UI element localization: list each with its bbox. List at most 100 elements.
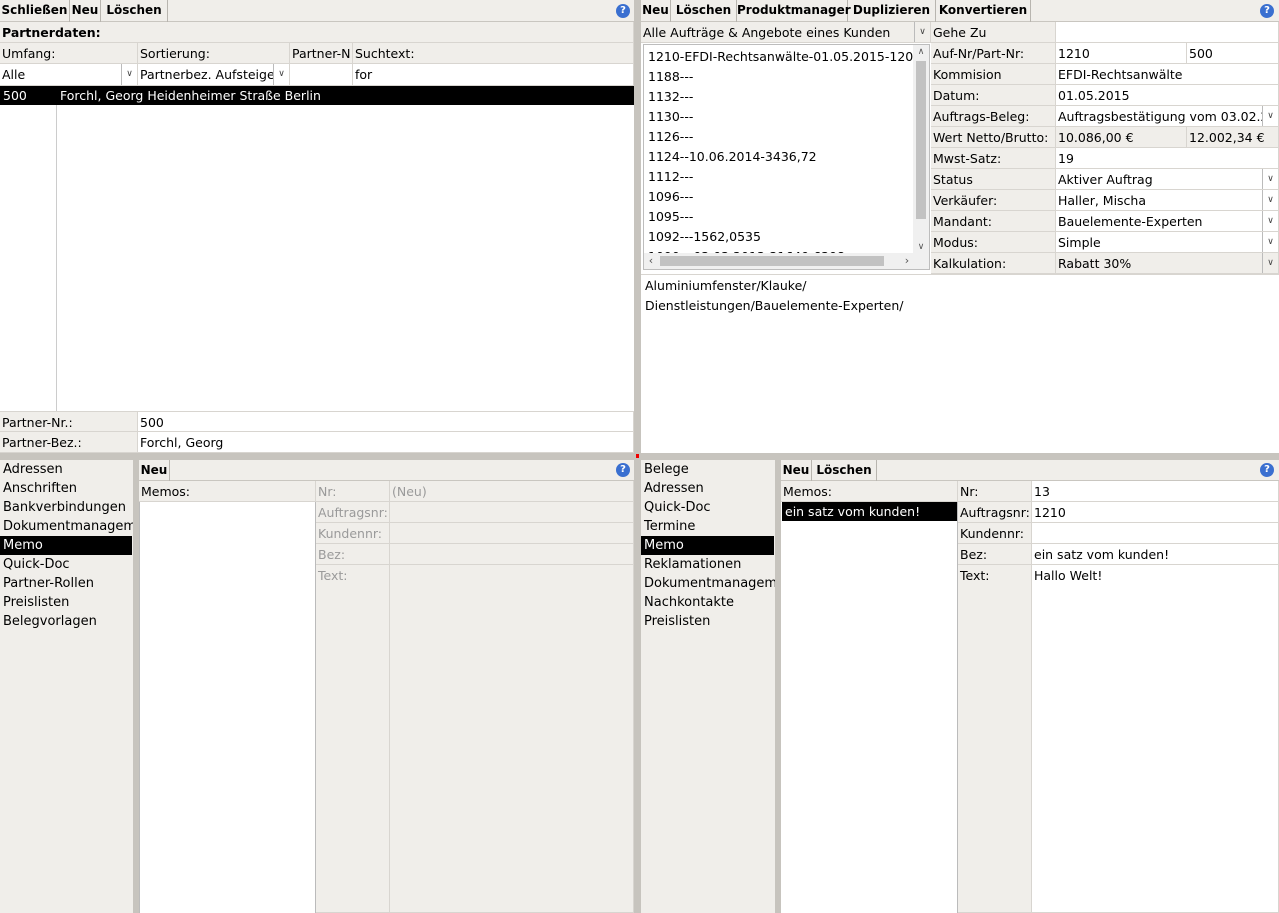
chevron-down-icon[interactable]: ∨ bbox=[273, 64, 289, 85]
status-select[interactable]: Aktiver Auftrag ∨ bbox=[1056, 169, 1279, 190]
seller-select-value: Haller, Mischa bbox=[1058, 193, 1147, 208]
chevron-down-icon[interactable]: ∨ bbox=[1262, 211, 1278, 231]
scope-select[interactable]: Alle ∨ bbox=[0, 64, 138, 86]
goto-input[interactable] bbox=[1056, 22, 1279, 43]
search-input[interactable]: for bbox=[353, 64, 634, 86]
order-memo-title-field[interactable]: ein satz vom kunden! bbox=[1032, 544, 1279, 565]
order-tags[interactable]: Aluminiumfenster/Klauke/ Dienstleistunge… bbox=[641, 274, 1279, 453]
nav-item-belegvorlagen[interactable]: Belegvorlagen bbox=[0, 612, 133, 631]
status-select-value: Aktiver Auftrag bbox=[1058, 172, 1153, 187]
chevron-down-icon[interactable]: ∨ bbox=[1262, 232, 1278, 252]
chevron-down-icon[interactable]: ∨ bbox=[914, 22, 930, 42]
sort-select[interactable]: Partnerbez. Aufsteige ∨ bbox=[138, 64, 290, 86]
new-order-memo-button[interactable]: Neu bbox=[781, 460, 812, 481]
scroll-right-icon[interactable]: › bbox=[900, 253, 914, 269]
delete-order-memo-button[interactable]: Löschen bbox=[812, 460, 877, 481]
close-button[interactable]: Schließen bbox=[0, 0, 70, 22]
nav-item-memo[interactable]: Memo bbox=[641, 536, 774, 555]
seller-select[interactable]: Haller, Mischa ∨ bbox=[1056, 190, 1279, 211]
new-memo-button[interactable]: Neu bbox=[139, 460, 170, 481]
order-memos-list[interactable]: ein satz vom kunden! bbox=[781, 502, 958, 913]
list-item[interactable]: 1210-EFDI-Rechtsanwälte-01.05.2015-12002… bbox=[648, 47, 918, 67]
nav-item-termine[interactable]: Termine bbox=[641, 517, 775, 536]
scroll-thumb[interactable] bbox=[916, 61, 926, 219]
orders-horizontal-scrollbar[interactable]: ‹ › bbox=[644, 253, 929, 269]
nav-item-bankverbindungen[interactable]: Bankverbindungen bbox=[0, 498, 133, 517]
order-memo-customer-field[interactable] bbox=[1032, 523, 1279, 544]
list-item[interactable]: 1126--- bbox=[648, 127, 693, 147]
help-icon[interactable]: ? bbox=[616, 463, 630, 477]
mode-select[interactable]: Simple ∨ bbox=[1056, 232, 1279, 253]
table-row[interactable]: 500 Forchl, Georg Heidenheimer Straße Be… bbox=[0, 86, 634, 105]
nav-item-quick-doc[interactable]: Quick-Doc bbox=[0, 555, 133, 574]
calc-select[interactable]: Rabatt 30% ∨ bbox=[1056, 253, 1279, 274]
chevron-down-icon[interactable]: ∨ bbox=[121, 64, 137, 85]
help-icon[interactable]: ? bbox=[1260, 463, 1274, 477]
list-item[interactable]: 1095--- bbox=[648, 207, 693, 227]
nav-item-preislisten[interactable]: Preislisten bbox=[641, 612, 775, 631]
list-item[interactable]: 1132--- bbox=[648, 87, 693, 107]
delete-partner-button[interactable]: Löschen bbox=[101, 0, 168, 22]
commission-field[interactable]: EFDI-Rechtsanwälte bbox=[1056, 64, 1279, 85]
nav-item-quick-doc[interactable]: Quick-Doc bbox=[641, 498, 775, 517]
scroll-thumb[interactable] bbox=[660, 256, 884, 266]
memo-nr-field: (Neu) bbox=[390, 481, 634, 502]
vat-field[interactable]: 19 bbox=[1056, 148, 1279, 169]
memos-list[interactable] bbox=[139, 502, 316, 913]
nav-item-reklamationen[interactable]: Reklamationen bbox=[641, 555, 775, 574]
nav-item-dokumentmanagement[interactable]: Dokumentmanageme bbox=[641, 574, 775, 593]
goto-label[interactable]: Gehe Zu bbox=[931, 22, 1056, 43]
status-label: Status bbox=[931, 169, 1056, 190]
order-memo-nr-field[interactable]: 13 bbox=[1032, 481, 1279, 502]
row-partner-text: Forchl, Georg Heidenheimer Straße Berlin bbox=[60, 88, 321, 103]
nav-item-adressen[interactable]: Adressen bbox=[641, 479, 775, 498]
document-select[interactable]: Auftragsbestätigung vom 03.02.2 ∨ bbox=[1056, 106, 1279, 127]
delete-order-button[interactable]: Löschen bbox=[671, 0, 737, 22]
client-select[interactable]: Bauelemente-Experten ∨ bbox=[1056, 211, 1279, 232]
orders-list[interactable]: 1210-EFDI-Rechtsanwälte-01.05.2015-12002… bbox=[643, 44, 930, 270]
partner-name-value[interactable]: Forchl, Georg bbox=[138, 432, 634, 453]
help-icon[interactable]: ? bbox=[1260, 4, 1274, 18]
new-order-button[interactable]: Neu bbox=[641, 0, 671, 22]
order-memo-toolbar: Neu Löschen ? bbox=[781, 460, 1279, 481]
order-memo-order-field[interactable]: 1210 bbox=[1032, 502, 1279, 523]
chevron-down-icon[interactable]: ∨ bbox=[1262, 190, 1278, 210]
scroll-up-icon[interactable]: ∧ bbox=[913, 45, 929, 59]
orders-filter-select[interactable]: Alle Aufträge & Angebote eines Kunden ∨ bbox=[641, 22, 931, 43]
list-item[interactable]: 1096--- bbox=[648, 187, 693, 207]
nav-item-preislisten[interactable]: Preislisten bbox=[0, 593, 133, 612]
new-partner-button[interactable]: Neu bbox=[70, 0, 101, 22]
scroll-left-icon[interactable]: ‹ bbox=[644, 253, 658, 269]
help-icon[interactable]: ? bbox=[616, 4, 630, 18]
convert-button[interactable]: Konvertieren bbox=[936, 0, 1031, 22]
horizontal-splitter[interactable] bbox=[0, 453, 1279, 460]
mode-select-value: Simple bbox=[1058, 235, 1101, 250]
orders-vertical-scrollbar[interactable]: ∧ ∨ bbox=[913, 45, 929, 254]
list-item[interactable]: 1092---1562,0535 bbox=[648, 227, 761, 247]
nav-item-dokumentmanagement[interactable]: Dokumentmanageme bbox=[0, 517, 133, 536]
nav-item-memo[interactable]: Memo bbox=[0, 536, 132, 555]
list-item[interactable]: 1130--- bbox=[648, 107, 693, 127]
partner-no-value[interactable]: 500 bbox=[138, 411, 634, 432]
list-item[interactable]: ein satz vom kunden! bbox=[782, 502, 957, 521]
order-memo-text-field[interactable]: Hallo Welt! bbox=[1032, 565, 1279, 913]
chevron-down-icon[interactable]: ∨ bbox=[1262, 169, 1278, 189]
chevron-down-icon[interactable]: ∨ bbox=[1262, 253, 1278, 273]
nav-item-anschriften[interactable]: Anschriften bbox=[0, 479, 133, 498]
order-partner-no-field[interactable]: 500 bbox=[1187, 43, 1279, 64]
product-manager-button[interactable]: Produktmanager bbox=[737, 0, 851, 22]
order-no-field[interactable]: 1210 bbox=[1056, 43, 1187, 64]
nav-item-partner-rollen[interactable]: Partner-Rollen bbox=[0, 574, 133, 593]
date-field[interactable]: 01.05.2015 bbox=[1056, 85, 1279, 106]
partner-no-filter-input[interactable] bbox=[290, 64, 353, 86]
list-item[interactable]: 1188--- bbox=[648, 67, 693, 87]
list-item[interactable]: 1124--10.06.2014-3436,72 bbox=[648, 147, 817, 167]
nav-item-nachkontakte[interactable]: Nachkontakte bbox=[641, 593, 775, 612]
memo-text-label: Text: bbox=[316, 565, 390, 913]
chevron-down-icon[interactable]: ∨ bbox=[1262, 106, 1278, 126]
nav-item-belege[interactable]: Belege bbox=[641, 460, 775, 479]
nav-item-adressen[interactable]: Adressen bbox=[0, 460, 133, 479]
scroll-down-icon[interactable]: ∨ bbox=[913, 240, 929, 254]
duplicate-button[interactable]: Duplizieren bbox=[848, 0, 936, 22]
list-item[interactable]: 1112--- bbox=[648, 167, 693, 187]
